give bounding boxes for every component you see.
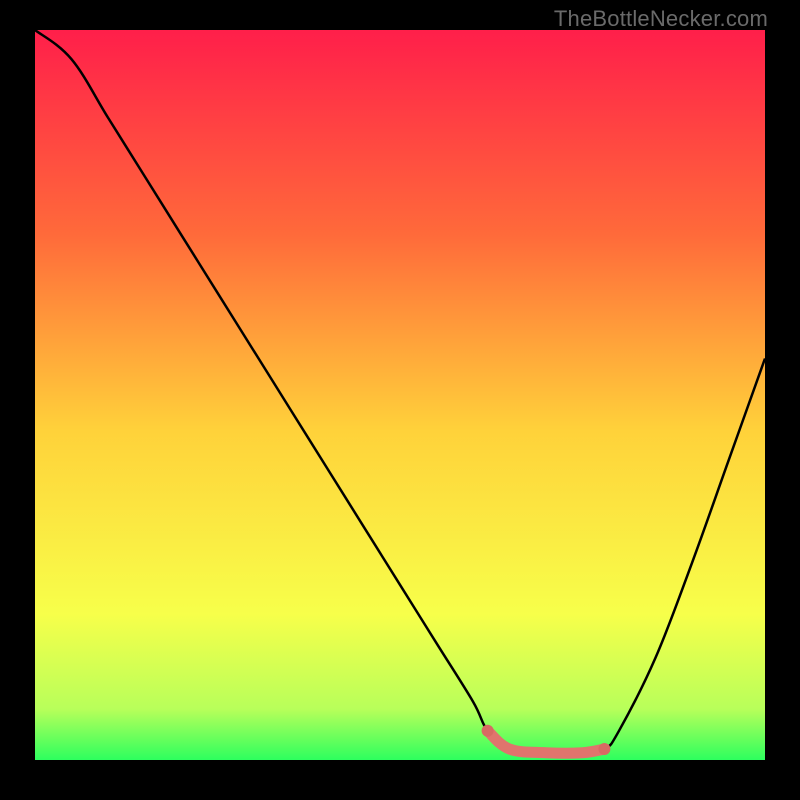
- optimal-zone-highlight: [488, 731, 605, 753]
- watermark-label: TheBottleNecker.com: [554, 6, 768, 32]
- bottleneck-curve-line: [35, 30, 765, 753]
- optimal-zone-start-dot: [482, 725, 494, 737]
- chart-plot-area: [35, 30, 765, 760]
- bottleneck-chart: [35, 30, 765, 760]
- optimal-zone-end-dot: [598, 743, 610, 755]
